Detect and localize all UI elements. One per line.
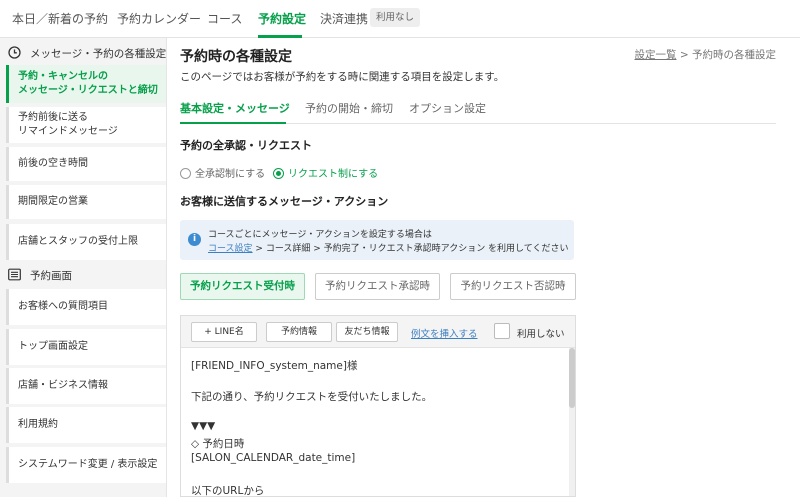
sidebar-item-indicator [6, 147, 9, 181]
message-editor: + LINE名 予約情報 友だち情報 例文を挿入する 利用しない [FRIEND… [180, 315, 576, 497]
sidebar-item-indicator [6, 447, 9, 483]
insert-line-name-button[interactable]: + LINE名 [191, 322, 257, 342]
info-notice: i コースごとにメッセージ・アクションを設定する場合は コース設定 > コース詳… [180, 220, 574, 260]
sidebar-item-indicator [6, 185, 9, 219]
approval-section-title: 予約の全承認・リクエスト [180, 139, 312, 152]
breadcrumb-settings-list-link[interactable]: 設定一覧 [635, 49, 677, 61]
message-body-line[interactable]: [FRIEND_INFO_system_name]様 [191, 358, 357, 373]
sidebar-item-indicator [6, 329, 9, 365]
subtab-options[interactable]: オプション設定 [409, 100, 486, 116]
subtab-start-deadline[interactable]: 予約の開始・締切 [305, 100, 393, 116]
tab-courses[interactable]: コース [207, 10, 242, 27]
top-navigation: 本日／新着の予約 予約カレンダー コース 予約設定 決済連携 利用なし [0, 0, 800, 38]
sidebar-item-reservation-cancel-messages[interactable]: 予約・キャンセルの メッセージ・リクエストと締切 [6, 65, 166, 103]
sidebar: メッセージ・予約の各種設定 予約・キャンセルの メッセージ・リクエストと締切 予… [0, 38, 167, 497]
list-icon [8, 268, 21, 281]
sidebar-item-label: お客様への質問項目 [18, 301, 108, 312]
sidebar-section-heading: メッセージ・予約の各種設定 [30, 48, 167, 60]
request-rejected-button[interactable]: 予約リクエスト否認時 [450, 273, 576, 300]
subtab-basic-messages[interactable]: 基本設定・メッセージ [180, 100, 290, 116]
insert-friend-info-button[interactable]: 友だち情報 [336, 322, 398, 342]
sub-tabs: 基本設定・メッセージ 予約の開始・締切 オプション設定 [180, 100, 776, 124]
breadcrumb-current: 予約時の各種設定 [692, 49, 776, 61]
insert-example-link[interactable]: 例文を挿入する [411, 326, 478, 340]
tab-reservation-settings[interactable]: 予約設定 [258, 10, 306, 27]
course-settings-link[interactable]: コース設定 [208, 244, 253, 254]
info-text-rest: > コース詳細 > 予約完了・リクエスト承認時アクション を利用してください [252, 244, 569, 254]
main-content: 予約時の各種設定 このページではお客様が予約をする時に関連する項目を設定します。… [167, 38, 800, 497]
message-body-line[interactable]: 以下のURLから [191, 483, 264, 497]
radio-request-mode[interactable]: リクエスト制にする [273, 165, 378, 180]
sidebar-item-buffer-time[interactable]: 前後の空き時間 [6, 147, 166, 181]
breadcrumb: 設定一覧 > 予約時の各種設定 [635, 47, 777, 62]
sidebar-item-customer-questions[interactable]: お客様への質問項目 [6, 289, 166, 325]
sidebar-item-label: リマインドメッセージ [18, 126, 118, 137]
sidebar-section-message-settings: メッセージ・予約の各種設定 [0, 40, 167, 66]
sidebar-item-label: 店舗・ビジネス情報 [18, 380, 108, 391]
tab-reservation-calendar[interactable]: 予約カレンダー [117, 10, 201, 27]
sidebar-item-indicator [6, 224, 9, 260]
page-title: 予約時の各種設定 [180, 49, 292, 65]
sidebar-section-heading: 予約画面 [30, 270, 72, 282]
sidebar-item-indicator [6, 65, 9, 103]
sidebar-item-top-screen[interactable]: トップ画面設定 [6, 329, 166, 365]
breadcrumb-separator: > [679, 49, 689, 61]
info-icon: i [188, 233, 201, 246]
radio-label: 全承認制にする [195, 169, 266, 180]
disable-label: 利用しない [517, 329, 565, 340]
request-received-button[interactable]: 予約リクエスト受付時 [180, 273, 305, 300]
message-body-line[interactable]: 下記の通り、予約リクエストを受付いたしました。 [191, 389, 432, 404]
sidebar-item-booking-limit[interactable]: 店舗とスタッフの受付上限 [6, 224, 166, 260]
scrollbar-thumb[interactable] [569, 348, 575, 408]
info-text-line1: コースごとにメッセージ・アクションを設定する場合は [208, 230, 432, 240]
sidebar-item-indicator [6, 289, 9, 325]
not-in-use-badge: 利用なし [370, 8, 421, 27]
message-body-line[interactable]: ▼▼▼ [191, 420, 215, 432]
sidebar-item-indicator [6, 368, 9, 404]
sidebar-item-indicator [6, 407, 9, 443]
messages-section-title: お客様に送信するメッセージ・アクション [180, 195, 389, 208]
message-body-line[interactable]: ◇ 予約日時 [191, 436, 244, 451]
sidebar-item-reminder-messages[interactable]: 予約前後に送る リマインドメッセージ [6, 107, 166, 143]
sidebar-item-indicator [6, 107, 9, 143]
request-approved-button[interactable]: 予約リクエスト承認時 [315, 273, 440, 300]
sidebar-item-label: 店舗とスタッフの受付上限 [18, 236, 138, 247]
radio-circle [273, 168, 284, 179]
clock-icon [8, 46, 21, 59]
tab-today-new-reservations[interactable]: 本日／新着の予約 [12, 10, 108, 27]
insert-reservation-info-button[interactable]: 予約情報 [266, 322, 332, 342]
radio-approve-all[interactable]: 全承認制にする [180, 165, 265, 180]
sidebar-item-limited-period[interactable]: 期間限定の営業 [6, 185, 166, 219]
page-description: このページではお客様が予約をする時に関連する項目を設定します。 [180, 71, 505, 83]
radio-label: リクエスト制にする [288, 169, 379, 180]
radio-circle [180, 168, 191, 179]
active-subtab-indicator [180, 122, 286, 124]
sidebar-item-label: 利用規約 [18, 419, 58, 430]
sidebar-item-label: トップ画面設定 [18, 341, 88, 352]
sidebar-item-business-info[interactable]: 店舗・ビジネス情報 [6, 368, 166, 404]
sidebar-item-label: メッセージ・リクエストと締切 [18, 85, 158, 96]
sidebar-item-label: 期間限定の営業 [18, 196, 88, 207]
sidebar-item-terms[interactable]: 利用規約 [6, 407, 166, 443]
sidebar-item-label: システムワード変更 / 表示設定 [18, 459, 158, 470]
editor-toolbar: + LINE名 予約情報 友だち情報 例文を挿入する 利用しない [181, 316, 575, 348]
sidebar-item-label: 予約前後に送る [18, 112, 88, 123]
sidebar-item-label: 前後の空き時間 [18, 158, 88, 169]
sidebar-item-label: 予約・キャンセルの [18, 71, 108, 82]
editor-scrollbar[interactable] [569, 348, 575, 496]
info-text-line2: コース設定 > コース詳細 > 予約完了・リクエスト承認時アクション を利用して… [208, 241, 569, 254]
message-body-line[interactable]: [SALON_CALENDAR_date_time] [191, 452, 355, 464]
sidebar-section-booking-screen: 予約画面 [0, 262, 166, 288]
tab-payment-integration[interactable]: 決済連携 [320, 10, 368, 27]
disable-checkbox[interactable] [494, 323, 510, 339]
sidebar-item-system-words[interactable]: システムワード変更 / 表示設定 [6, 447, 166, 483]
